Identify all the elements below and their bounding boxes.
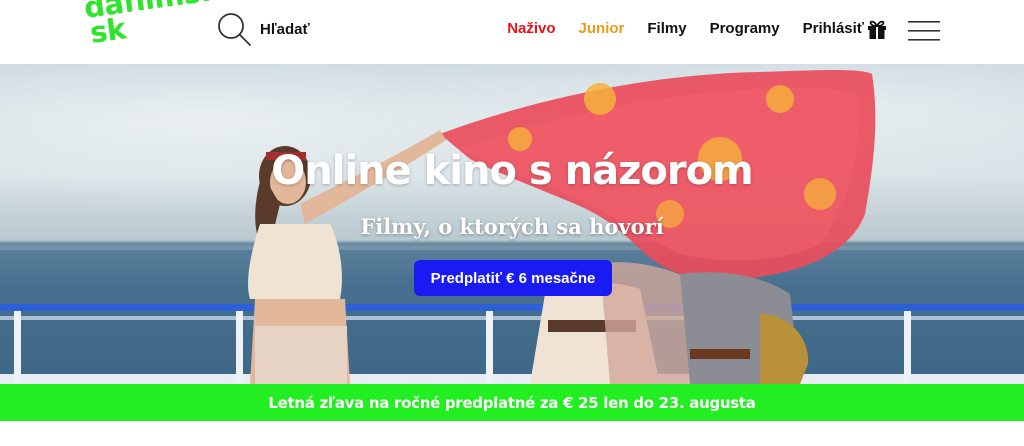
page: dafilms. sk Hľadať Naživo Junior Filmy P… <box>0 0 1024 446</box>
subscribe-button[interactable]: Predplatiť € 6 mesačne <box>414 260 612 296</box>
site-header: dafilms. sk Hľadať Naživo Junior Filmy P… <box>0 0 1024 64</box>
nav-item-live[interactable]: Naživo <box>507 20 555 37</box>
search-button[interactable]: Hľadať <box>216 12 310 46</box>
promo-text: Letná zľava na ročné predplatné za € 25 … <box>268 393 756 412</box>
nav-item-login[interactable]: Prihlásiť <box>803 20 864 37</box>
promo-banner[interactable]: Letná zľava na ročné predplatné za € 25 … <box>0 384 1024 421</box>
main-nav: Naživo Junior Filmy Programy Prihlásiť <box>484 20 864 37</box>
nav-item-junior[interactable]: Junior <box>579 20 625 37</box>
hamburger-menu-icon[interactable] <box>908 19 940 43</box>
search-icon <box>218 13 251 46</box>
nav-item-programs[interactable]: Programy <box>710 20 780 37</box>
page-bottom-spacer <box>0 421 1024 446</box>
hero-subtitle: Filmy, o ktorých sa hovorí <box>360 214 664 239</box>
site-logo[interactable]: dafilms. sk <box>82 0 213 60</box>
search-label: Hľadať <box>260 20 310 38</box>
nav-item-films[interactable]: Filmy <box>647 20 686 37</box>
gift-icon[interactable] <box>866 18 888 40</box>
hero-banner: Online kino s názorom Filmy, o ktorých s… <box>0 64 1024 384</box>
hero-title: Online kino s názorom <box>271 148 753 194</box>
